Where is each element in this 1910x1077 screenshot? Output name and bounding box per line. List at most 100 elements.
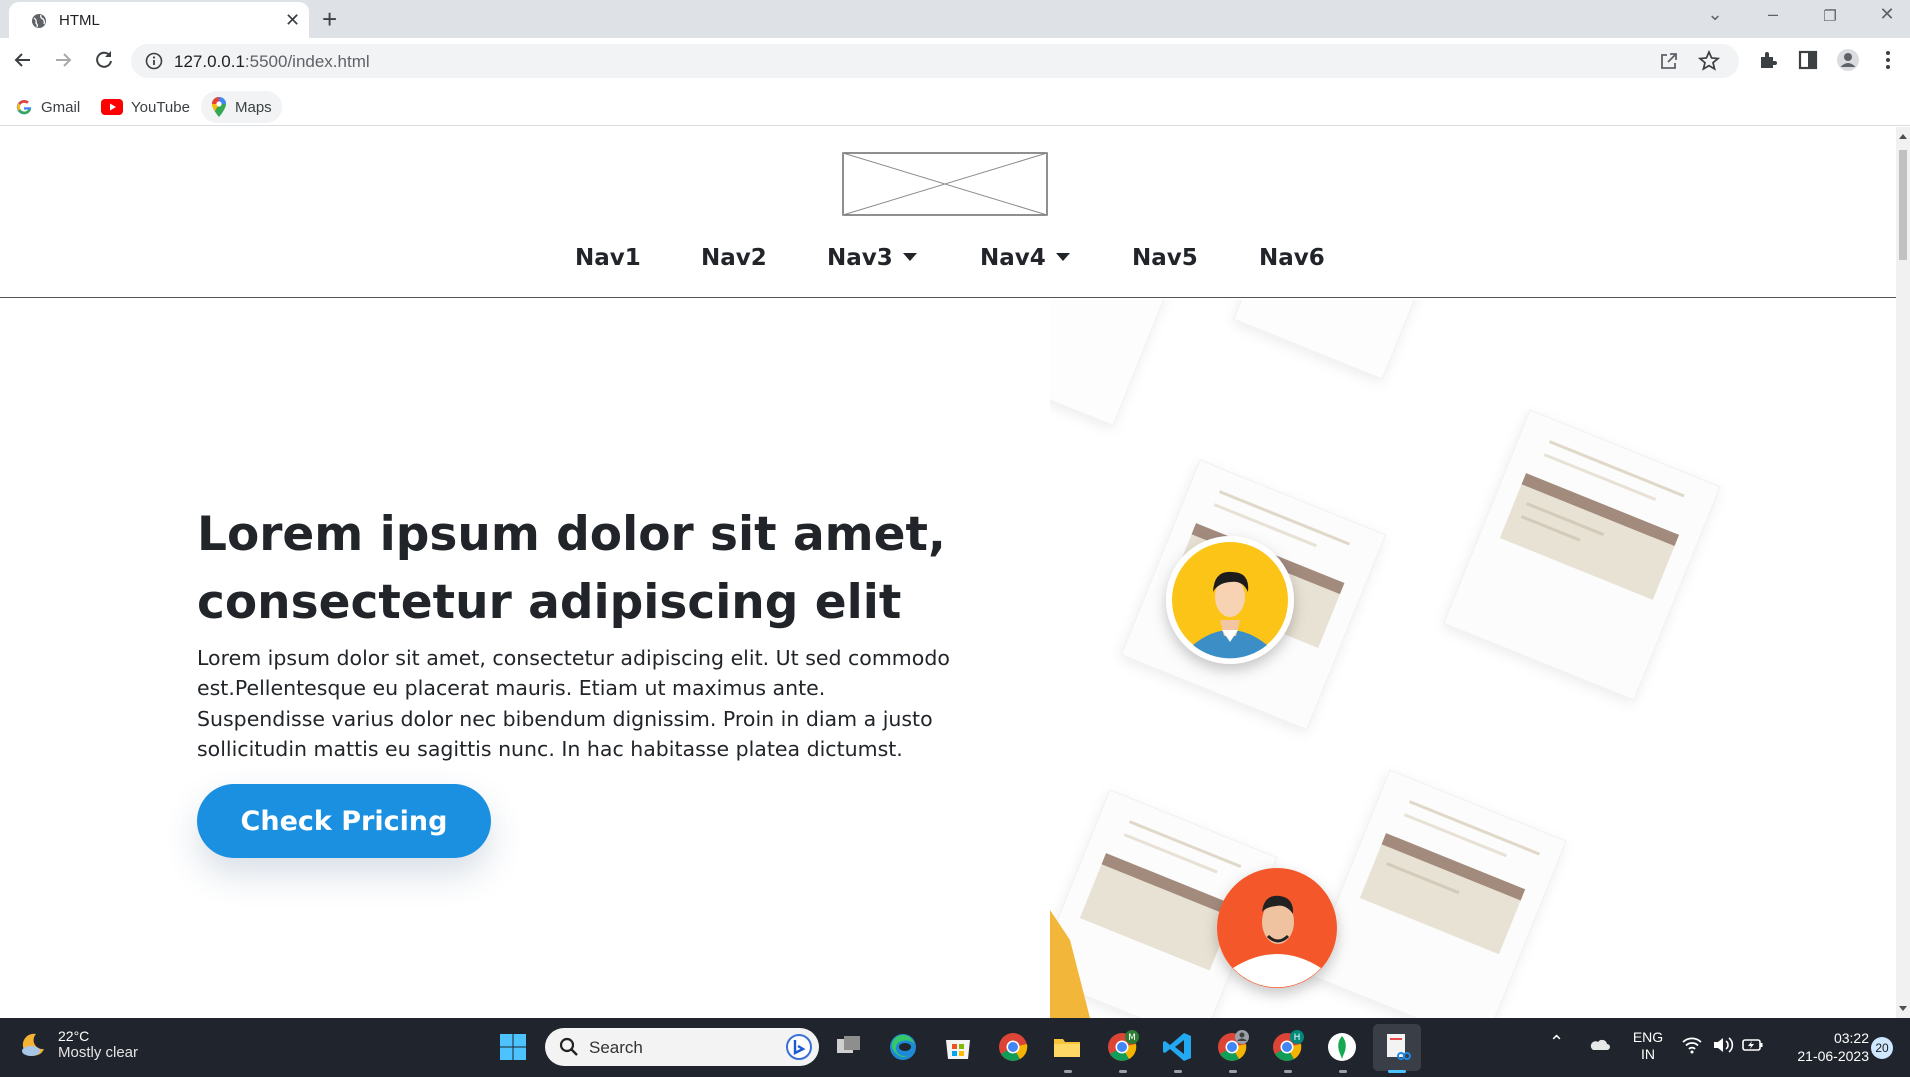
notification-badge[interactable]: 20 bbox=[1871, 1037, 1893, 1059]
lang-line-2: IN bbox=[1641, 1046, 1655, 1062]
nav-label: Nav2 bbox=[701, 245, 767, 271]
tab-search-icon[interactable]: ⌄ bbox=[1700, 4, 1730, 25]
nav-item-4[interactable]: Nav4 bbox=[980, 245, 1070, 271]
windows-start-icon[interactable] bbox=[496, 1030, 530, 1064]
wifi-icon[interactable] bbox=[1682, 1036, 1702, 1054]
nav-label: Nav4 bbox=[980, 245, 1046, 271]
url-host: 127.0.0.1 bbox=[174, 52, 245, 71]
restore-icon[interactable]: ❐ bbox=[1815, 7, 1845, 25]
chrome-icon[interactable] bbox=[996, 1030, 1030, 1064]
weather-widget[interactable]: 22°C Mostly clear bbox=[18, 1028, 138, 1061]
bookmark-youtube[interactable]: YouTube bbox=[91, 91, 200, 123]
bookmark-star-icon[interactable] bbox=[1697, 49, 1721, 73]
hero-title: Lorem ipsum dolor sit amet, consectetur … bbox=[197, 501, 957, 637]
avatar-orange bbox=[1217, 868, 1337, 988]
menu-kebab-icon[interactable] bbox=[1876, 48, 1900, 72]
search-icon bbox=[559, 1037, 578, 1056]
share-icon[interactable] bbox=[1657, 49, 1681, 73]
hero-illustration bbox=[1050, 300, 1721, 1018]
window-close-icon[interactable]: ✕ bbox=[1872, 4, 1902, 25]
nav-item-2[interactable]: Nav2 bbox=[701, 245, 767, 271]
running-indicator bbox=[1064, 1070, 1072, 1073]
weather-desc: Mostly clear bbox=[58, 1044, 139, 1061]
doc-card-bottom-right bbox=[1306, 769, 1567, 1018]
nav-label: Nav1 bbox=[575, 245, 641, 271]
hero-text: Lorem ipsum dolor sit amet, consectetur … bbox=[197, 646, 950, 761]
reload-icon[interactable] bbox=[90, 46, 118, 74]
caret-down-icon bbox=[1055, 252, 1070, 261]
clock-time: 03:22 bbox=[1833, 1030, 1869, 1046]
browser-tab-strip: HTML ✕ + ⌄ – ❐ ✕ bbox=[0, 0, 1910, 38]
battery-icon[interactable] bbox=[1742, 1037, 1764, 1053]
bookmark-maps[interactable]: Maps bbox=[201, 91, 282, 123]
weather-temp: 22°C bbox=[58, 1028, 90, 1044]
tab-title: HTML bbox=[59, 12, 100, 29]
site-info-icon[interactable] bbox=[145, 52, 163, 70]
url-text: 127.0.0.1:5500/index.html bbox=[174, 52, 370, 72]
active-indicator bbox=[1388, 1070, 1406, 1073]
avatar-yellow bbox=[1166, 536, 1294, 664]
scrollbar-thumb[interactable] bbox=[1899, 150, 1907, 260]
bookmark-gmail[interactable]: Gmail bbox=[5, 91, 90, 123]
chrome-profile-h-icon[interactable]: H bbox=[1270, 1030, 1304, 1064]
chrome-profile-m-icon[interactable]: M bbox=[1105, 1030, 1139, 1064]
minimize-icon[interactable]: – bbox=[1758, 4, 1788, 25]
vscode-icon[interactable] bbox=[1160, 1030, 1194, 1064]
running-indicator bbox=[1174, 1070, 1182, 1073]
taskbar-search-box[interactable]: Search bbox=[545, 1028, 819, 1066]
clock-date: 21-06-2023 bbox=[1797, 1048, 1869, 1064]
onedrive-icon[interactable] bbox=[1588, 1037, 1610, 1051]
edge-icon[interactable] bbox=[886, 1030, 920, 1064]
tray-overflow-icon[interactable]: ⌃ bbox=[1549, 1032, 1564, 1053]
maps-pin-icon bbox=[212, 97, 226, 117]
scroll-up-icon[interactable] bbox=[1899, 134, 1907, 139]
back-icon[interactable] bbox=[9, 46, 37, 74]
task-view-icon[interactable] bbox=[832, 1030, 866, 1064]
new-tab-icon[interactable]: + bbox=[322, 4, 337, 35]
caret-down-icon bbox=[902, 252, 917, 261]
lang-line-1: ENG bbox=[1632, 1029, 1664, 1045]
nav-item-1[interactable]: Nav1 bbox=[575, 245, 641, 271]
url-path: :5500/index.html bbox=[244, 52, 370, 71]
scroll-down-icon[interactable] bbox=[1899, 1006, 1907, 1011]
extensions-icon[interactable] bbox=[1756, 48, 1780, 72]
moon-cloud-icon bbox=[22, 1033, 44, 1056]
hero-title-line-1: Lorem ipsum dolor sit amet, bbox=[197, 507, 946, 562]
volume-icon[interactable] bbox=[1712, 1036, 1734, 1054]
language-indicator[interactable]: ENG IN bbox=[1628, 1029, 1668, 1063]
check-pricing-button[interactable]: Check Pricing bbox=[197, 784, 491, 858]
mongodb-compass-icon[interactable] bbox=[1325, 1030, 1359, 1064]
address-bar[interactable]: 127.0.0.1:5500/index.html bbox=[131, 44, 1739, 78]
running-indicator bbox=[1229, 1070, 1237, 1073]
logo-placeholder[interactable] bbox=[842, 152, 1048, 216]
file-explorer-icon[interactable] bbox=[1050, 1030, 1084, 1064]
profile-badge-h: H bbox=[1294, 1033, 1301, 1043]
site-header: Nav1 Nav2 Nav3 Nav4 Nav5 Nav6 bbox=[0, 127, 1896, 298]
nav-item-6[interactable]: Nav6 bbox=[1259, 245, 1325, 271]
nav-item-3[interactable]: Nav3 bbox=[827, 245, 917, 271]
page-viewport: Nav1 Nav2 Nav3 Nav4 Nav5 Nav6 Lorem ipsu… bbox=[0, 127, 1896, 1018]
nav-item-5[interactable]: Nav5 bbox=[1132, 245, 1198, 271]
profile-icon[interactable] bbox=[1836, 48, 1860, 72]
forward-icon[interactable] bbox=[49, 46, 77, 74]
hero-title-line-2: consectetur adipiscing elit bbox=[197, 575, 902, 630]
microsoft-store-icon[interactable] bbox=[941, 1030, 975, 1064]
google-g-icon bbox=[16, 99, 32, 115]
main-nav: Nav1 Nav2 Nav3 Nav4 Nav5 Nav6 bbox=[0, 245, 1896, 275]
tab-close-icon[interactable]: ✕ bbox=[285, 10, 300, 31]
nav-label: Nav5 bbox=[1132, 245, 1198, 271]
windows-taskbar: 22°C Mostly clear Search M H ⌃ ENG IN 03… bbox=[0, 1018, 1910, 1077]
running-indicator bbox=[1284, 1070, 1292, 1073]
side-panel-icon[interactable] bbox=[1796, 48, 1820, 72]
nav-label: Nav6 bbox=[1259, 245, 1325, 271]
doc-card-top-left bbox=[1050, 300, 1170, 426]
bookmarks-bar: Gmail YouTube Maps bbox=[0, 88, 1910, 126]
bing-icon[interactable] bbox=[785, 1033, 813, 1061]
page-scrollbar[interactable] bbox=[1896, 127, 1910, 1018]
clock[interactable]: 03:22 21-06-2023 bbox=[1775, 1029, 1869, 1065]
browser-tab[interactable]: HTML ✕ bbox=[9, 2, 309, 38]
bookmark-label: Gmail bbox=[41, 98, 81, 116]
snipping-tool-icon[interactable] bbox=[1380, 1030, 1414, 1064]
youtube-icon bbox=[101, 99, 123, 115]
chrome-profile-icon[interactable] bbox=[1215, 1030, 1249, 1064]
